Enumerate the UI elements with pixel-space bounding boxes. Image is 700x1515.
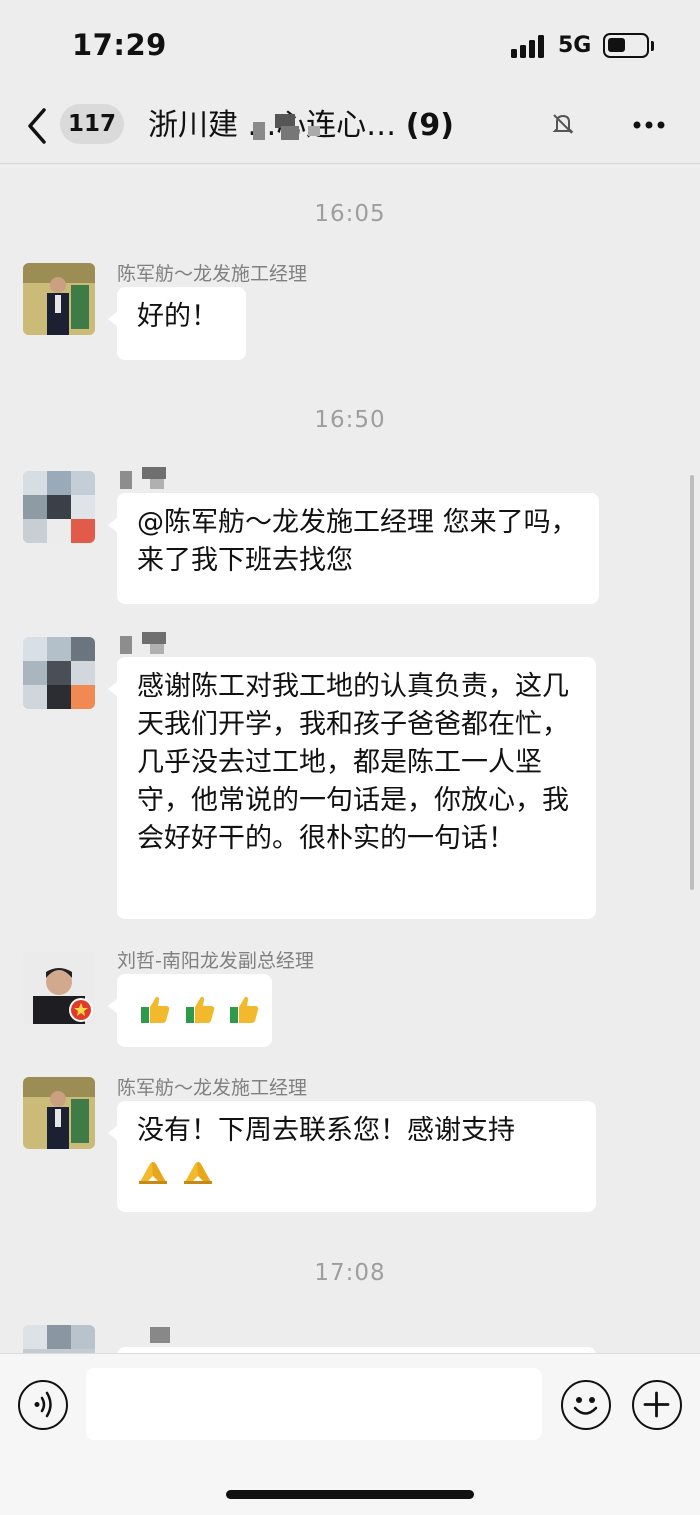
- sender-name: 陈军舫～龙发施工经理: [117, 1077, 308, 1099]
- sender-name-redacted: [150, 1327, 170, 1343]
- message-bubble[interactable]: 感谢陈工对我工地的认真负责，这几天我们开学，我和孩子爸爸都在忙，几乎没去过工地，…: [108, 657, 596, 919]
- chevron-left-icon: [28, 108, 46, 144]
- emoji-button[interactable]: [561, 1380, 611, 1430]
- message-text: 感谢陈工对我工地的认真负责，这几天我们开学，我和孩子爸爸都在忙，几乎没去过工地，…: [137, 671, 569, 854]
- message-input[interactable]: [86, 1368, 542, 1440]
- avatar[interactable]: [23, 952, 95, 1024]
- thumbs-up-icon: [139, 993, 171, 1025]
- member-count: (9): [405, 108, 454, 143]
- avatar[interactable]: [23, 471, 95, 543]
- plus-button[interactable]: [632, 1380, 682, 1430]
- emoji-row: [137, 1154, 576, 1186]
- timestamp: 16:50: [314, 407, 386, 433]
- title-redaction: [253, 114, 328, 140]
- avatar[interactable]: [23, 637, 95, 709]
- status-bar: 17:29 5G: [0, 0, 700, 90]
- thumbs-up-icon: [184, 993, 216, 1025]
- emoji-row: [139, 993, 264, 1036]
- folded-hands-icon: [137, 1154, 169, 1186]
- bell-slash-icon: [552, 114, 574, 134]
- sender-name-redacted: [120, 632, 168, 654]
- unread-count-badge[interactable]: 117: [60, 104, 124, 144]
- message-text: @陈军舫～龙发施工经理 您来了吗，来了我下班去找您: [137, 507, 578, 576]
- sender-name: 陈军舫～龙发施工经理: [117, 263, 308, 285]
- network-label: 5G: [558, 33, 592, 58]
- signal-icon: [511, 34, 549, 58]
- timestamp: 17:08: [314, 1260, 386, 1286]
- message-bubble[interactable]: 没有！下周去联系您！感谢支持: [108, 1101, 596, 1212]
- voice-button[interactable]: [18, 1380, 68, 1430]
- status-time: 17:29: [72, 28, 167, 62]
- message-text: 好的！: [137, 301, 218, 332]
- battery-icon: [603, 33, 649, 58]
- plus-icon: [643, 1391, 670, 1418]
- timestamp: 16:05: [314, 201, 386, 227]
- message-bubble[interactable]: [108, 974, 272, 1047]
- sender-name: 刘哲-南阳龙发副总经理: [117, 950, 314, 972]
- avatar[interactable]: [23, 1325, 95, 1353]
- smiley-icon: [573, 1397, 598, 1415]
- message-text: 没有！下周去联系您！感谢支持: [137, 1115, 515, 1146]
- voice-icon: [34, 1391, 52, 1418]
- message-bubble[interactable]: 好的！: [108, 287, 246, 360]
- chat-area[interactable]: 16:05 陈军舫～龙发施工经理 好的！ 16:50 @陈军舫～龙发施工经理 您…: [0, 165, 700, 1353]
- avatar[interactable]: [23, 1077, 95, 1149]
- more-options-button[interactable]: [626, 113, 672, 137]
- message-bubble[interactable]: @陈军舫～龙发施工经理 您来了吗，来了我下班去找您: [108, 493, 599, 604]
- sender-name-redacted: [120, 467, 168, 489]
- back-button[interactable]: [22, 104, 56, 148]
- battery-tip: [651, 41, 654, 51]
- nav-bar: 117 浙川建 . .心连心… (9): [0, 90, 700, 164]
- chat-title[interactable]: 浙川建 . .心连心… (9): [148, 104, 548, 148]
- avatar[interactable]: [23, 263, 95, 335]
- folded-hands-icon: [182, 1154, 214, 1186]
- scrollbar[interactable]: [690, 475, 694, 890]
- home-indicator[interactable]: [226, 1490, 474, 1499]
- thumbs-up-icon: [228, 993, 260, 1025]
